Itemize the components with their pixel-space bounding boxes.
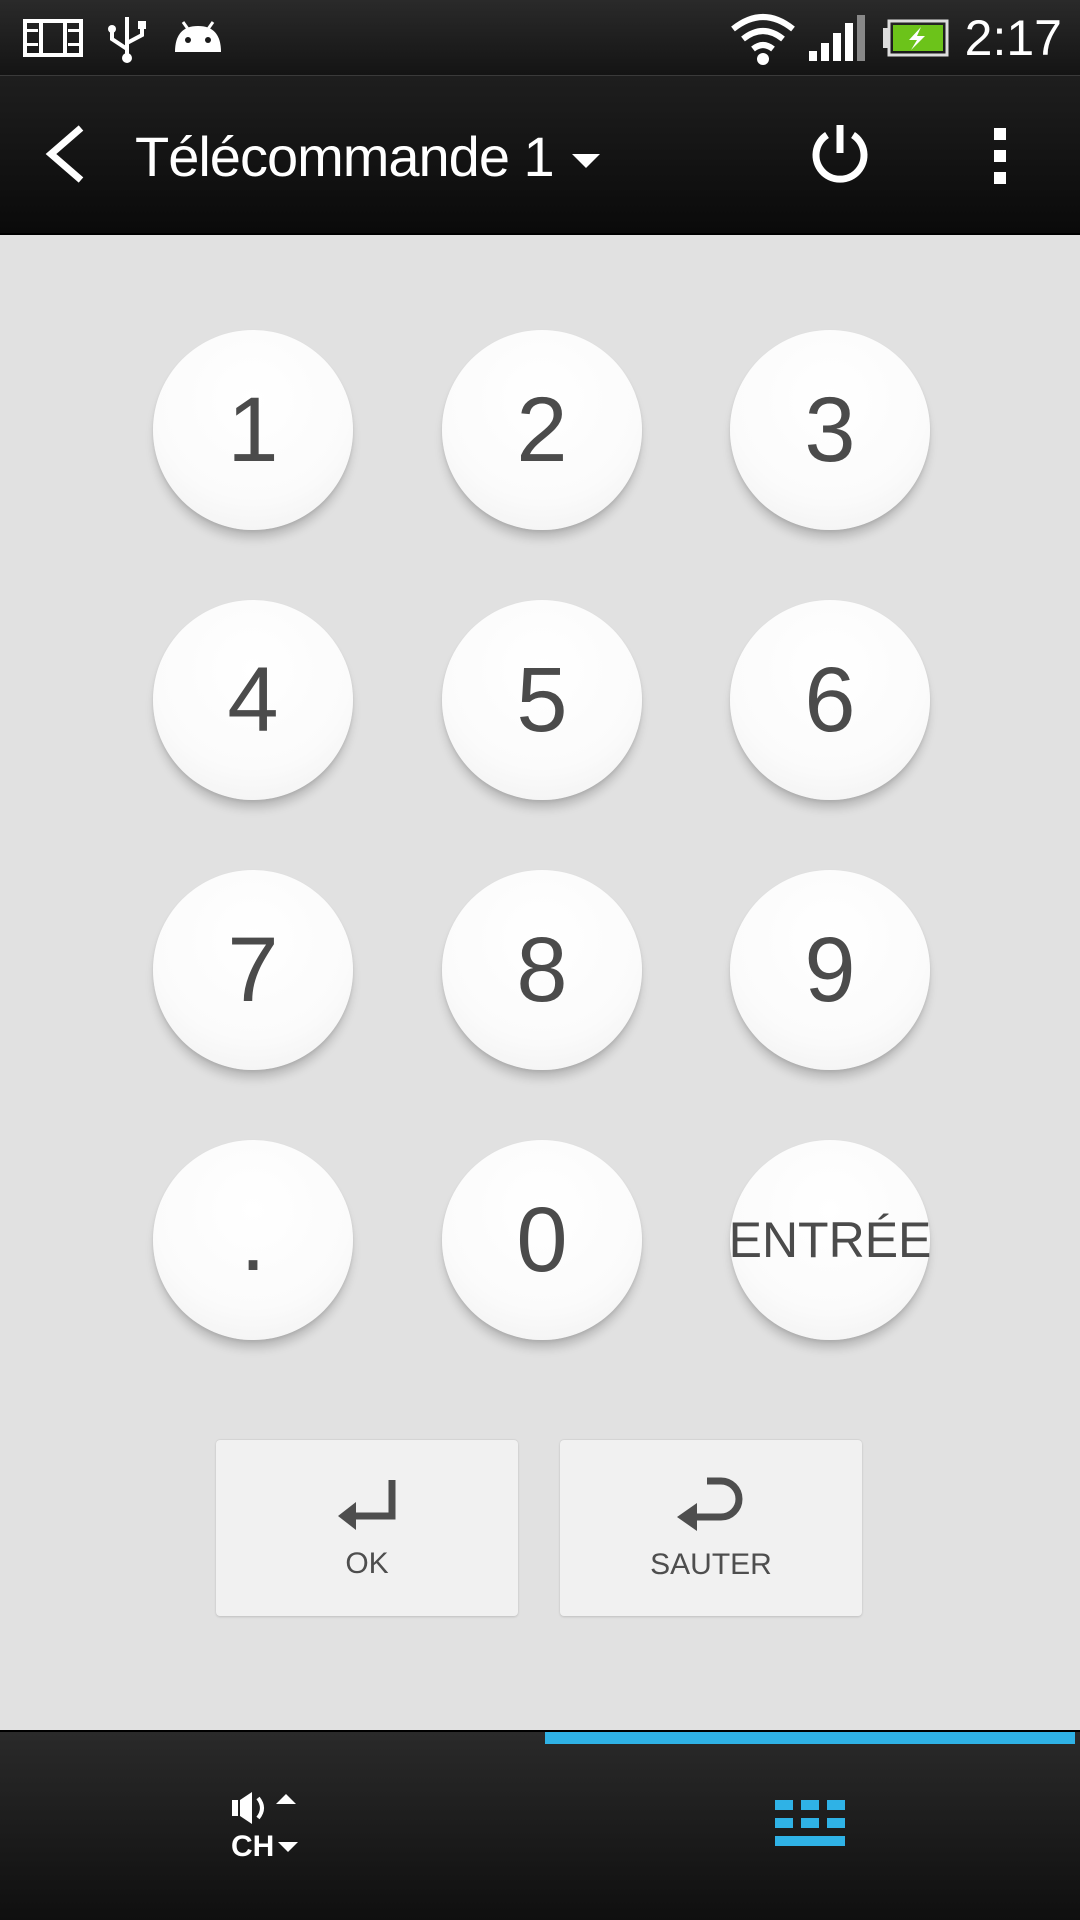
action-bar: Télécommande 1 (0, 75, 1080, 235)
svg-text:CH: CH (231, 1830, 274, 1860)
skip-label: SAUTER (650, 1547, 772, 1581)
usb-icon (102, 12, 152, 64)
back-loop-arrow-icon (673, 1475, 749, 1540)
bottom-tab-bar: CH (0, 1730, 1080, 1920)
key-7[interactable]: 7 (153, 870, 353, 1070)
remote-selector[interactable]: Télécommande 1 (135, 116, 600, 196)
volume-channel-icon: CH (230, 1790, 310, 1865)
key-6[interactable]: 6 (730, 600, 930, 800)
key-dot[interactable]: . (153, 1140, 353, 1340)
key-1[interactable]: 1 (153, 330, 353, 530)
keypad-icon (775, 1799, 845, 1855)
page-title: Télécommande 1 (135, 124, 555, 188)
wifi-icon (728, 12, 798, 65)
key-3[interactable]: 3 (730, 330, 930, 530)
key-enter[interactable]: ENTRÉE (729, 1140, 931, 1340)
overflow-menu-button[interactable] (975, 116, 1025, 196)
back-button[interactable] (30, 118, 100, 194)
key-4[interactable]: 4 (153, 600, 353, 800)
status-bar: 2:17 (0, 0, 1080, 75)
battery-charging-icon (880, 12, 950, 64)
skip-button[interactable]: SAUTER (560, 1440, 862, 1616)
ok-button[interactable]: OK (216, 1440, 518, 1616)
chevron-left-icon (43, 124, 87, 189)
ok-label: OK (345, 1546, 389, 1580)
power-button[interactable] (800, 116, 880, 196)
key-0[interactable]: 0 (442, 1140, 642, 1340)
android-debug-icon (170, 12, 226, 64)
key-8[interactable]: 8 (442, 870, 642, 1070)
status-time: 2:17 (964, 10, 1062, 66)
signal-icon (806, 12, 866, 64)
keypad: 1 2 3 4 5 6 7 8 9 . 0 ENTRÉE (0, 235, 1080, 1730)
tab-keypad[interactable] (540, 1732, 1080, 1920)
key-5[interactable]: 5 (442, 600, 642, 800)
key-2[interactable]: 2 (442, 330, 642, 530)
tab-volume-channel[interactable]: CH (0, 1732, 540, 1920)
power-icon (807, 121, 873, 192)
key-9[interactable]: 9 (730, 870, 930, 1070)
caret-down-icon (571, 154, 600, 168)
return-arrow-icon (334, 1476, 400, 1539)
overflow-menu-icon (994, 128, 1006, 140)
film-strip-icon (22, 12, 84, 64)
